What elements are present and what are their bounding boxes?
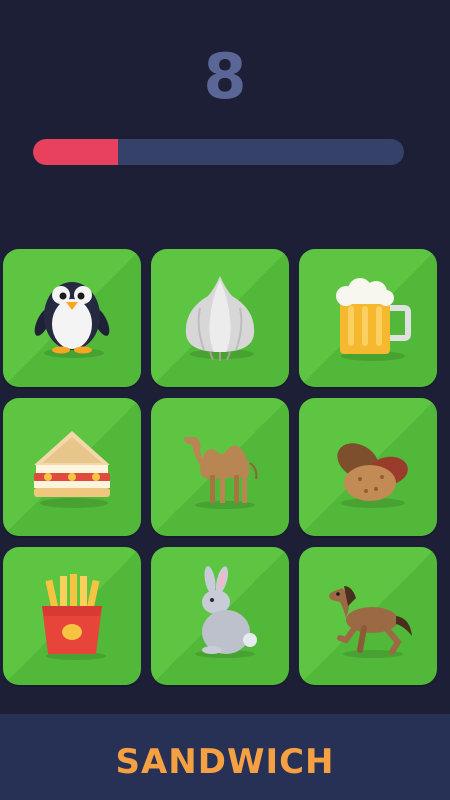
penguin-icon (34, 282, 110, 358)
target-word: SANDWICH (115, 742, 335, 782)
sandwich-icon (34, 431, 110, 508)
tile-garlic[interactable] (151, 249, 289, 387)
tile-beer[interactable] (299, 249, 437, 387)
french-fries-icon (42, 574, 106, 660)
potatoes-icon (337, 443, 408, 508)
timer-bar-fill (33, 139, 119, 165)
tile-potatoes[interactable] (299, 398, 437, 536)
tile-fries[interactable] (3, 547, 141, 685)
tile-penguin[interactable] (3, 249, 141, 387)
score-display: 8 (203, 40, 247, 113)
timer-bar (33, 139, 404, 165)
tile-camel[interactable] (151, 398, 289, 536)
horse-icon (329, 586, 412, 658)
picture-grid (3, 249, 439, 689)
tile-horse[interactable] (299, 547, 437, 685)
beer-mug-icon (336, 278, 411, 361)
tile-rabbit[interactable] (151, 547, 289, 685)
rabbit-icon (195, 566, 257, 658)
tile-sandwich[interactable] (3, 398, 141, 536)
garlic-icon (185, 276, 255, 361)
camel-icon (184, 437, 258, 509)
